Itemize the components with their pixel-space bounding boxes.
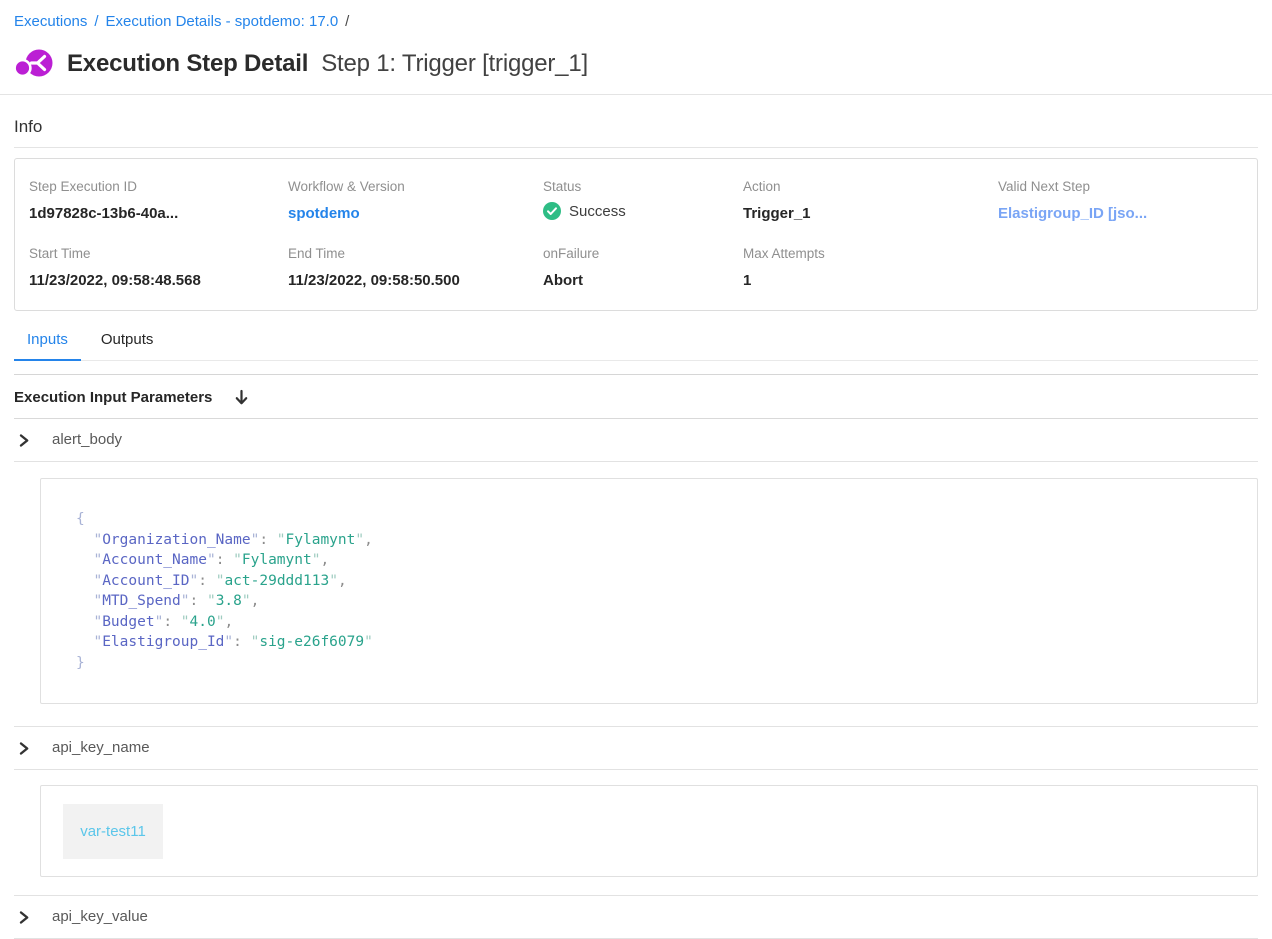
- field-step-execution-id: Step Execution ID 1d97828c-13b6-40a...: [29, 179, 288, 223]
- field-start-time: Start Time 11/23/2022, 09:58:48.568: [29, 246, 288, 290]
- valid-next-step-link[interactable]: Elastigroup_ID [jso...: [998, 204, 1243, 223]
- field-action: Action Trigger_1: [743, 179, 998, 223]
- json-line: "MTD_Spend": "3.8",: [76, 591, 1237, 612]
- json-line: "Budget": "4.0",: [76, 612, 1237, 633]
- field-label: Action: [743, 179, 998, 195]
- param-row-api-key-name[interactable]: api_key_name: [14, 726, 1258, 770]
- json-line: }: [76, 653, 1237, 674]
- page-header: Execution Step Detail Step 1: Trigger [t…: [14, 47, 1258, 81]
- execution-input-parameters-header: Execution Input Parameters: [14, 375, 1258, 419]
- status-text: Success: [569, 203, 626, 220]
- json-viewer: {"Organization_Name": "Fylamynt","Accoun…: [76, 509, 1237, 673]
- field-empty: [998, 246, 1243, 290]
- field-label: End Time: [288, 246, 543, 262]
- breadcrumb-separator: /: [94, 13, 98, 30]
- breadcrumb: Executions / Execution Details - spotdemo:…: [14, 0, 1258, 32]
- info-card: Step Execution ID 1d97828c-13b6-40a... W…: [14, 158, 1258, 311]
- field-label: Valid Next Step: [998, 179, 1243, 195]
- chevron-right-icon[interactable]: [18, 910, 30, 925]
- info-divider: [14, 147, 1258, 148]
- tab-bar: Inputs Outputs: [14, 331, 1258, 361]
- chevron-right-icon[interactable]: [18, 433, 30, 448]
- end-time-value: 11/23/2022, 09:58:50.500: [288, 271, 543, 290]
- status-badge: Success: [543, 202, 743, 220]
- field-max-attempts: Max Attempts 1: [743, 246, 998, 290]
- json-line: {: [76, 509, 1237, 530]
- json-line: "Account_Name": "Fylamynt",: [76, 550, 1237, 571]
- json-line: "Elastigroup_Id": "sig-e26f6079": [76, 632, 1237, 653]
- field-status: Status Success: [543, 179, 743, 223]
- breadcrumb-executions-link[interactable]: Executions: [14, 13, 87, 30]
- api-key-name-value: var-test11: [63, 804, 163, 859]
- success-check-icon: [543, 202, 561, 220]
- json-line: "Account_ID": "act-29ddd113",: [76, 571, 1237, 592]
- field-label: Step Execution ID: [29, 179, 288, 195]
- field-label: Status: [543, 179, 743, 195]
- arrow-down-icon[interactable]: [234, 389, 249, 406]
- workflow-link[interactable]: spotdemo: [288, 204, 543, 223]
- action-value: Trigger_1: [743, 204, 998, 223]
- breadcrumb-execution-details-link[interactable]: Execution Details - spotdemo: 17.0: [106, 13, 339, 30]
- field-label: onFailure: [543, 246, 743, 262]
- section-title: Execution Input Parameters: [14, 389, 212, 406]
- tab-inputs[interactable]: Inputs: [14, 331, 81, 361]
- field-valid-next-step: Valid Next Step Elastigroup_ID [jso...: [998, 179, 1243, 223]
- field-on-failure: onFailure Abort: [543, 246, 743, 290]
- field-label: Max Attempts: [743, 246, 998, 262]
- execution-step-detail-page: Executions / Execution Details - spotdemo:…: [0, 0, 1272, 939]
- tab-outputs[interactable]: Outputs: [88, 331, 167, 361]
- page-subtitle: Step 1: Trigger [trigger_1]: [321, 50, 588, 78]
- info-heading: Info: [14, 117, 1258, 137]
- param-label-api-key-value: api_key_value: [52, 908, 148, 926]
- on-failure-value: Abort: [543, 271, 743, 290]
- field-label: Start Time: [29, 246, 288, 262]
- chevron-right-icon[interactable]: [18, 741, 30, 756]
- param-row-alert-body[interactable]: alert_body: [14, 419, 1258, 462]
- field-end-time: End Time 11/23/2022, 09:58:50.500: [288, 246, 543, 290]
- param-label-alert-body: alert_body: [52, 431, 122, 449]
- param-row-api-key-value[interactable]: api_key_value: [14, 895, 1258, 939]
- fylamynt-logo-icon: [14, 47, 54, 81]
- start-time-value: 11/23/2022, 09:58:48.568: [29, 271, 288, 290]
- max-attempts-value: 1: [743, 271, 998, 290]
- alert-body-json-box: {"Organization_Name": "Fylamynt","Accoun…: [40, 478, 1258, 704]
- field-label: Workflow & Version: [288, 179, 543, 195]
- header-divider: [0, 94, 1272, 95]
- page-title: Execution Step Detail: [67, 50, 308, 78]
- param-label-api-key-name: api_key_name: [52, 739, 150, 757]
- field-workflow-version: Workflow & Version spotdemo: [288, 179, 543, 223]
- breadcrumb-trailing-separator: /: [345, 13, 349, 30]
- step-execution-id-value: 1d97828c-13b6-40a...: [29, 204, 288, 223]
- api-key-name-value-box: var-test11: [40, 785, 1258, 877]
- json-line: "Organization_Name": "Fylamynt",: [76, 530, 1237, 551]
